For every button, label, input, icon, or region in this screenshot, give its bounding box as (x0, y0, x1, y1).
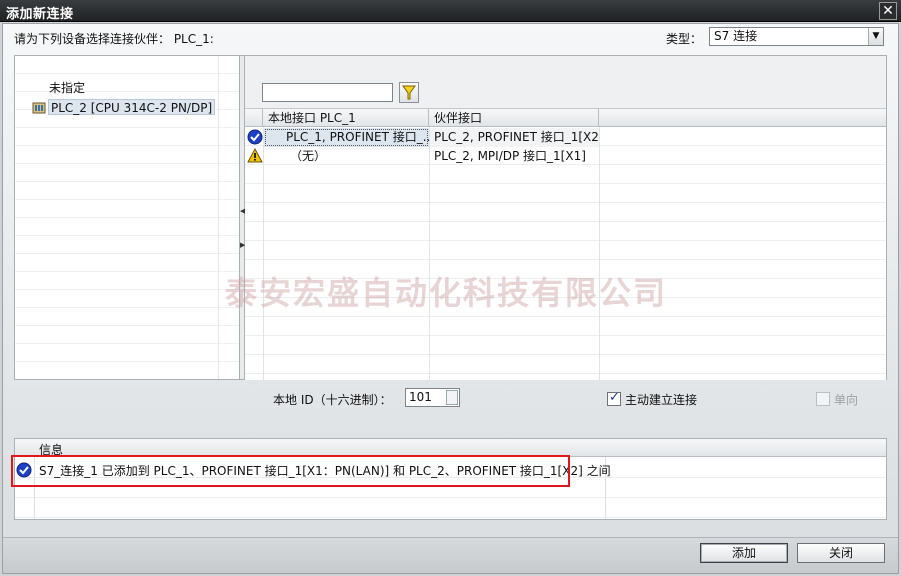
local-id-label: 本地 ID（十六进制）： (273, 393, 392, 407)
tree-item-label: 未指定 (49, 81, 86, 95)
active-connection-checkbox[interactable] (607, 390, 621, 406)
window-title: 添加新连接 (6, 7, 74, 22)
local-interface-cell[interactable]: PLC_1, PROFINET 接口_... (264, 128, 429, 147)
tree-item-plc2[interactable]: PLC_2 [CPU 314C-2 PN/DP] (48, 99, 216, 115)
partner-interface-cell[interactable]: PLC_2, PROFINET 接口_1[X2] (430, 128, 599, 147)
interface-area: 本地接口 PLC_1 伙伴接口 PLC_1, PROFINET 接口_... P… (245, 56, 886, 380)
local-interface-cell[interactable]: （无） (264, 147, 429, 166)
interface-grid: 本地接口 PLC_1 伙伴接口 PLC_1, PROFINET 接口_... P… (245, 108, 886, 380)
partner-prompt: 请为下列设备选择连接伙伴： PLC_1: (14, 32, 214, 46)
filter-input[interactable] (262, 83, 393, 102)
plc-device-icon (32, 102, 46, 114)
check-circle-icon (247, 129, 263, 145)
column-local-interface[interactable]: 本地接口 PLC_1 (263, 109, 429, 127)
highlight-box (11, 455, 570, 487)
filter-button[interactable] (399, 82, 419, 103)
device-panel: 未指定 PLC_2 [CPU 314C-2 PN/DP] ◀ ▶ 本地接口 PL… (14, 55, 887, 380)
table-row[interactable]: （无） PLC_2, MPI/DP 接口_1[X1] (245, 147, 886, 166)
add-button[interactable]: 添加 (700, 543, 788, 563)
funnel-icon (402, 85, 416, 100)
close-icon: ✕ (882, 3, 894, 19)
device-tree: 未指定 PLC_2 [CPU 314C-2 PN/DP] (15, 56, 239, 379)
partner-interface-cell[interactable]: PLC_2, MPI/DP 接口_1[X1] (430, 147, 599, 166)
type-label: 类型： (666, 32, 703, 46)
title-bar: 添加新连接 ✕ (0, 0, 901, 22)
column-partner-interface[interactable]: 伙伴接口 (429, 109, 599, 127)
local-id-value: 101 (409, 390, 432, 404)
warning-icon (247, 148, 263, 163)
table-row[interactable]: PLC_1, PROFINET 接口_... PLC_2, PROFINET 接… (245, 128, 886, 147)
collapse-left-icon[interactable]: ◀ (240, 204, 245, 218)
close-button[interactable]: 关闭 (797, 543, 885, 563)
grid-header: 本地接口 PLC_1 伙伴接口 (245, 109, 886, 127)
connection-type-select[interactable]: S7 连接 ▼ (709, 27, 884, 46)
close-window-button[interactable]: ✕ (879, 2, 897, 20)
list-picker-icon[interactable] (446, 390, 458, 405)
local-id-input[interactable]: 101 (405, 388, 460, 407)
tree-item-unspecified[interactable]: 未指定 (49, 80, 85, 96)
connection-type-value: S7 连接 (714, 29, 758, 43)
tree-item-label: PLC_2 [CPU 314C-2 PN/DP] (51, 101, 213, 115)
active-connection-label: 主动建立连接 (625, 393, 698, 407)
expand-right-icon[interactable]: ▶ (240, 238, 245, 252)
one-way-label: 单向 (834, 393, 859, 407)
one-way-checkbox[interactable] (816, 392, 830, 406)
chevron-down-icon[interactable]: ▼ (868, 28, 883, 45)
